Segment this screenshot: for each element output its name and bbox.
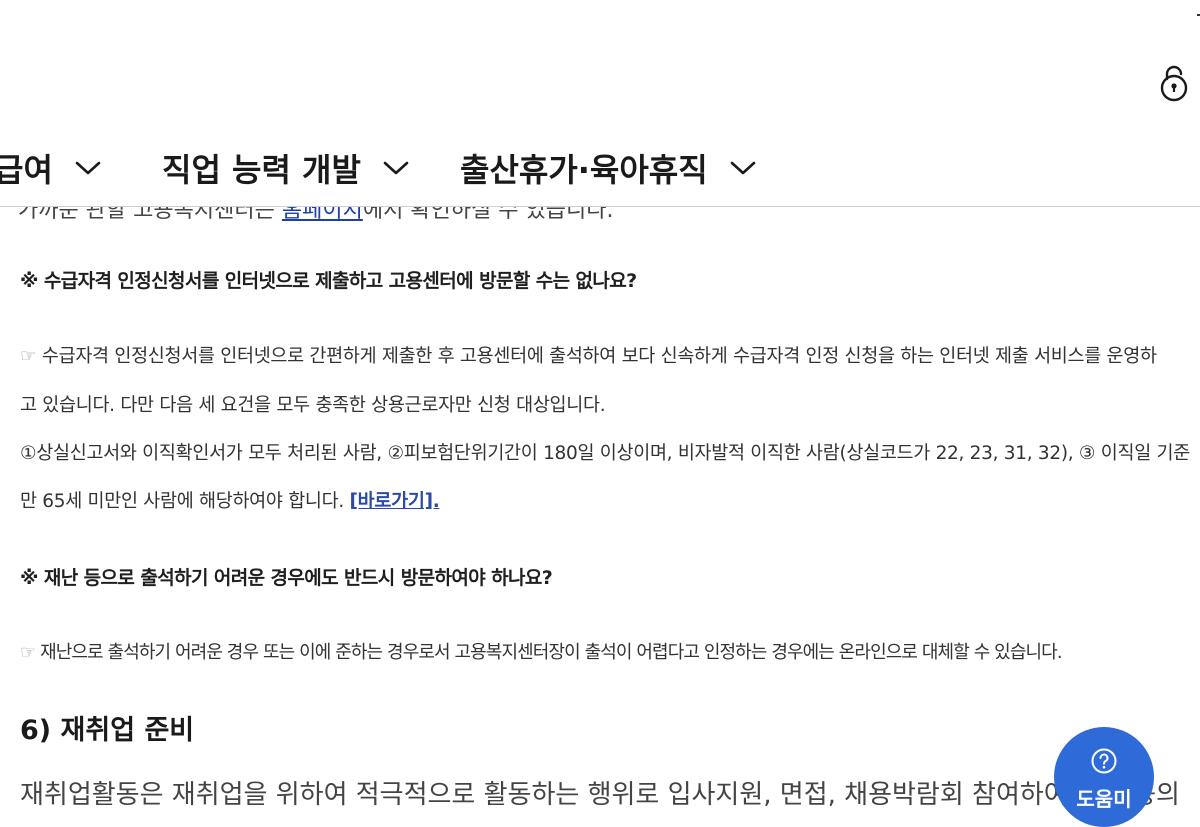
faq-question-disaster: ※ 재난 등으로 출석하기 어려운 경우에도 반드시 방문하여야 하나요? [20,567,553,589]
section-title: 6) 재취업 준비 [20,715,195,746]
unlock-icon [1160,65,1188,102]
help-button[interactable]: 도움미 [1054,727,1154,827]
question-circle-icon [1091,748,1117,774]
chevron-down-icon [383,161,409,175]
nav-item-maternity-leave[interactable]: 출산휴가·육아휴직 [460,144,756,192]
chevron-down-icon [730,161,755,175]
shortcut-link[interactable]: [바로가기]. [350,491,440,512]
faq-answer-line: 만 65세 미만인 사람에 해당하여야 합니다. [바로가기]. [20,491,440,512]
nav-item-salary[interactable]: 급여 [0,144,101,192]
header-bar [0,0,1200,132]
faq-answer-line: ①상실신고서와 이직확인서가 모두 처리된 사람, ②피보험단위기간이 180일… [20,443,1190,464]
pointing-hand-icon: ☞ [20,642,36,663]
help-label: 도움미 [1076,787,1132,811]
faq-answer-line: 고 있습니다. 다만 다음 세 요건을 모두 충족한 상용근로자만 신청 대상입… [20,395,606,416]
chevron-down-icon [75,161,101,175]
nav-item-job-training[interactable]: 직업 능력 개발 [162,144,409,192]
partial-text-line: 재취업활동은 재취업을 위하여 적극적으로 활동하는 행위로 입사지원, 면접,… [20,780,1180,810]
faq-question-online-submission: ※ 수급자격 인정신청서를 인터넷으로 제출하고 고용센터에 방문할 수는 없나… [20,270,637,292]
unlock-button[interactable] [1158,64,1190,102]
main-nav: 급여 직업 능력 개발 출산휴가·육아휴직 [0,132,1200,207]
pointing-hand-icon: ☞ [20,346,37,367]
faq-answer-line: ☞ 재난으로 출석하기 어려운 경우 또는 이에 준하는 경우로서 고용복지센터… [20,642,1063,663]
faq-answer-line: ☞ 수급자격 인정신청서를 인터넷으로 간편하게 제출한 후 고용센터에 출석하… [20,346,1157,367]
